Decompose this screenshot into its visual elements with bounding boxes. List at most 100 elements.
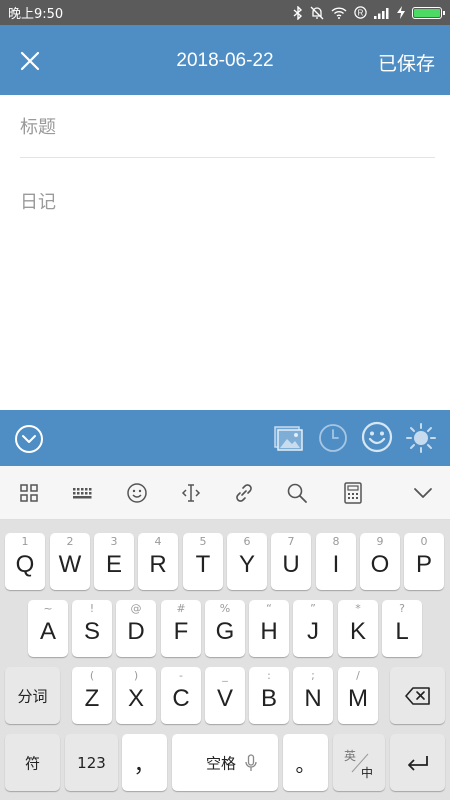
wifi-icon — [331, 6, 347, 19]
key-hint: ( — [89, 669, 95, 682]
key-hint: “ — [266, 602, 272, 615]
key-comma[interactable]: ， — [122, 734, 167, 791]
key-label: W — [58, 551, 82, 578]
key-hint: ? — [399, 602, 405, 615]
key-label: U — [282, 551, 300, 578]
registered-icon: R — [354, 6, 367, 19]
diary-body-input[interactable] — [20, 188, 435, 398]
insert-emoji-button[interactable] — [361, 421, 393, 457]
key-h[interactable]: “H — [249, 600, 289, 657]
key-hint: - — [179, 669, 183, 682]
key-label: ， — [133, 752, 156, 778]
key-language-switch[interactable]: 英 中 — [333, 734, 385, 791]
key-label: S — [83, 618, 100, 645]
key-hint: / — [356, 669, 360, 682]
key-label: H — [260, 618, 278, 645]
ime-emoji-button[interactable] — [124, 480, 150, 506]
key-f[interactable]: # F — [161, 600, 201, 657]
key-m[interactable]: / M — [338, 667, 378, 724]
key-v[interactable]: _ V — [205, 667, 245, 724]
key-hint: @ — [130, 602, 142, 615]
key-hint: 4 — [154, 535, 162, 548]
key-123[interactable]: 123 — [65, 734, 118, 791]
weather-button[interactable] — [405, 422, 437, 458]
key-j[interactable]: ” J — [293, 600, 333, 657]
key-hint: 9 — [376, 535, 384, 548]
ime-calculator-button[interactable] — [340, 480, 366, 506]
weather-sun-icon — [406, 423, 436, 453]
key-label: 空格 — [206, 754, 237, 772]
key-b[interactable]: :B — [249, 667, 289, 724]
charging-icon — [397, 6, 405, 19]
key-label: O — [370, 551, 390, 578]
ime-hide-button[interactable] — [410, 480, 436, 506]
key-hint: * — [355, 602, 361, 615]
key-period[interactable]: 。 — [283, 734, 328, 791]
key-d[interactable]: @ D — [116, 600, 156, 657]
insert-image-button[interactable] — [272, 422, 304, 458]
title-input[interactable] — [20, 112, 435, 158]
key-label: Y — [238, 551, 255, 578]
key-z[interactable]: (Z — [72, 667, 112, 724]
key-label: R — [149, 551, 167, 578]
key-label: Z — [84, 685, 100, 712]
key-label: D — [127, 618, 145, 645]
key-label: G — [215, 618, 235, 645]
key-hint: ) — [133, 669, 139, 682]
key-fenci[interactable]: 分词 — [5, 667, 60, 724]
key-label: K — [349, 618, 366, 645]
collapse-keyboard-button[interactable] — [14, 424, 44, 458]
link-icon — [236, 484, 252, 502]
key-label: M — [348, 685, 368, 712]
key-c[interactable]: -C — [161, 667, 201, 724]
key-hint: 3 — [110, 535, 118, 548]
backspace-key[interactable] — [390, 667, 445, 724]
ime-cursor-button[interactable] — [178, 480, 204, 506]
microphone-icon — [245, 754, 257, 771]
backspace-icon — [405, 687, 430, 705]
enter-key[interactable] — [390, 734, 445, 791]
key-s[interactable]: ! S — [72, 600, 112, 657]
emoji-icon — [127, 483, 147, 503]
key-p[interactable]: 0P — [404, 533, 444, 590]
ime-search-button[interactable] — [284, 480, 310, 506]
ime-link-button[interactable] — [231, 480, 257, 506]
key-hint: 5 — [199, 535, 207, 548]
key-u[interactable]: 7U — [271, 533, 311, 590]
key-hint: : — [267, 669, 271, 682]
key-w[interactable]: 2W — [50, 533, 90, 590]
ime-keyboard-button[interactable] — [70, 480, 96, 506]
key-i[interactable]: 8I — [316, 533, 356, 590]
save-status: 已保存 — [377, 53, 435, 75]
key-symbols[interactable]: 符 — [5, 734, 60, 791]
key-a[interactable]: ~ A — [28, 600, 68, 657]
key-t[interactable]: 5T — [183, 533, 223, 590]
key-n[interactable]: ; N — [293, 667, 333, 724]
key-o[interactable]: 9O — [360, 533, 400, 590]
key-r[interactable]: 4R — [138, 533, 178, 590]
image-icon — [274, 426, 303, 451]
key-label: T — [195, 551, 211, 578]
key-y[interactable]: 6Y — [227, 533, 267, 590]
key-hint: 8 — [332, 535, 340, 548]
key-e[interactable]: 3E — [94, 533, 134, 590]
insert-time-button[interactable] — [318, 423, 348, 457]
key-hint: % — [219, 602, 231, 615]
key-label: V — [216, 685, 233, 712]
key-label: 。 — [295, 752, 316, 776]
battery-icon — [412, 6, 445, 19]
key-l[interactable]: ? L — [382, 600, 422, 657]
bluetooth-icon — [293, 5, 303, 20]
enter-icon — [408, 756, 428, 771]
key-hint: 2 — [66, 535, 74, 548]
key-label: Q — [15, 551, 35, 578]
key-k[interactable]: * K — [338, 600, 378, 657]
keyboard: 1Q 2W 3E 4R 5T 6Y 7U 8I 9O 0P ~ A ! S @ D #… — [0, 520, 450, 800]
key-hint: ~ — [43, 602, 53, 615]
key-x[interactable]: ) X — [116, 667, 156, 724]
ime-menu-button[interactable] — [16, 480, 42, 506]
key-hint: 7 — [287, 535, 295, 548]
key-q[interactable]: 1Q — [5, 533, 45, 590]
key-space[interactable]: 空格 — [172, 734, 278, 791]
key-g[interactable]: % G — [205, 600, 245, 657]
